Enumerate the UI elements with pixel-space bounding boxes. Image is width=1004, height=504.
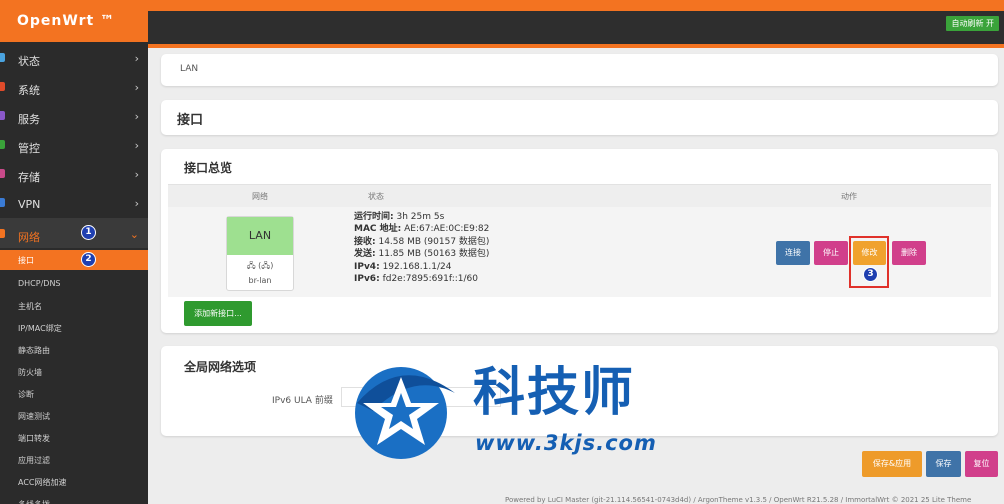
table-row: LAN 🖧 (🖧) br-lan 运行时间: 3h 25m 5s MAC 地址:… (168, 207, 991, 297)
sidebar-item-label: 存储 (18, 171, 40, 184)
ipv4-value: 192.168.1.1/24 (382, 261, 452, 272)
sidebar-subitem-acc[interactable]: ACC网络加速 (0, 471, 148, 493)
vpn-icon (0, 198, 5, 207)
sidebar-item-label: 状态 (18, 55, 40, 68)
sidebar-subitem-appfilter[interactable]: 应用过滤 (0, 449, 148, 471)
connect-button[interactable]: 连接 (776, 241, 810, 265)
top-bar: 自动刷新 开 (148, 0, 1004, 44)
footer: Powered by LuCI Master (git-21.114.56541… (505, 496, 972, 504)
brand-logo: OpenWrt ™ (0, 0, 148, 42)
sidebar-item-label: 管控 (18, 142, 40, 155)
tx-value: 11.85 MB (50163 数据包) (378, 249, 490, 260)
section-title: 全局网络选项 (184, 360, 257, 374)
sidebar-item-label: 系统 (18, 84, 40, 97)
chevron-right-icon: › (134, 52, 139, 65)
sidebar-item-label: 网络 (18, 231, 40, 244)
storage-icon (0, 169, 5, 178)
uptime-value: 3h 25m 5s (396, 212, 445, 222)
sidebar-subitem-dhcp[interactable]: DHCP/DNS (0, 273, 148, 295)
delete-button[interactable]: 删除 (892, 241, 926, 265)
ipv6-value: fd2e:7895:691f::1/60 (382, 274, 478, 285)
accent-strip (148, 44, 1004, 48)
column-header-status: 状态 (368, 192, 384, 201)
reset-button[interactable]: 复位 (965, 451, 998, 477)
save-button[interactable]: 保存 (926, 451, 961, 477)
column-header-network: 网络 (252, 192, 268, 201)
chevron-right-icon: › (134, 110, 139, 123)
sidebar-subitem-speedtest[interactable]: 网速测试 (0, 405, 148, 427)
chevron-right-icon: › (134, 197, 139, 210)
gear-icon (0, 82, 5, 91)
auto-refresh-toggle[interactable]: 自动刷新 开 (946, 16, 999, 31)
watermark: 科技师 www.3kjs.com (343, 363, 673, 463)
sidebar-item-vpn[interactable]: VPN › (0, 187, 148, 216)
star-logo-icon (355, 367, 455, 459)
sidebar-subitem-routes[interactable]: 静态路由 (0, 339, 148, 361)
sidebar-subitem-portforward[interactable]: 端口转发 (0, 427, 148, 449)
breadcrumb: LAN (161, 54, 998, 86)
sidebar-subitem-diagnostics[interactable]: 诊断 (0, 383, 148, 405)
watermark-brand: 科技师 (473, 363, 636, 423)
stop-button[interactable]: 停止 (814, 241, 848, 265)
ula-prefix-label: IPv6 ULA 前缀 (272, 396, 333, 406)
services-icon (0, 111, 5, 120)
save-apply-button[interactable]: 保存&应用 (862, 451, 922, 477)
sidebar-subitem-interfaces[interactable]: 接口 2 (0, 250, 148, 270)
sidebar-subitem-multiwan[interactable]: 多线多拨 (0, 493, 148, 504)
chevron-right-icon: › (134, 168, 139, 181)
section-title: 接口总览 (184, 161, 233, 175)
sidebar-item-system[interactable]: 系统 › (0, 71, 148, 100)
sidebar-subitem-firewall[interactable]: 防火墙 (0, 361, 148, 383)
dashboard-icon (0, 53, 5, 62)
interface-name: LAN (227, 217, 293, 255)
sidebar-item-label: VPN (18, 198, 41, 211)
sidebar-subitem-hostnames[interactable]: 主机名 (0, 295, 148, 317)
ethernet-port-icon: 🖧 (🖧) (246, 261, 274, 270)
chevron-down-icon: ⌄ (129, 228, 139, 241)
sidebar-item-storage[interactable]: 存储 › (0, 158, 148, 187)
page-title: 接口 (161, 100, 998, 135)
step-badge-3: 3 (863, 267, 878, 282)
table-header: 网络 状态 动作 (168, 184, 991, 207)
interface-overview-panel: 接口总览 网络 状态 动作 LAN 🖧 (🖧) br-lan 运行时间: 3h … (161, 149, 998, 333)
mac-value: AE:67:AE:0C:E9:82 (404, 224, 490, 235)
interface-device: br-lan (248, 276, 272, 285)
chevron-right-icon: › (134, 81, 139, 94)
interface-badge: LAN 🖧 (🖧) br-lan (226, 216, 294, 291)
network-icon (0, 229, 5, 238)
interface-status: 运行时间: 3h 25m 5s MAC 地址: AE:67:AE:0C:E9:8… (354, 212, 490, 285)
sidebar-item-status[interactable]: 状态 › (0, 42, 148, 71)
sidebar-item-network[interactable]: 网络 1 ⌄ (0, 218, 148, 248)
sidebar: OpenWrt ™ 状态 › 系统 › 服务 › 管控 › 存储 › VPN ›… (0, 0, 148, 504)
sidebar-item-label: 服务 (18, 113, 40, 126)
watermark-url: www.3kjs.com (475, 431, 657, 455)
sidebar-subitem-ipmac[interactable]: IP/MAC绑定 (0, 317, 148, 339)
rx-value: 14.58 MB (90157 数据包) (378, 236, 490, 247)
step-badge-1: 1 (81, 225, 96, 240)
sidebar-item-control[interactable]: 管控 › (0, 129, 148, 158)
control-icon (0, 140, 5, 149)
step-badge-2: 2 (81, 252, 96, 267)
sidebar-item-services[interactable]: 服务 › (0, 100, 148, 129)
add-interface-button[interactable]: 添加新接口... (184, 301, 252, 326)
chevron-right-icon: › (134, 139, 139, 152)
column-header-actions: 动作 (841, 192, 857, 201)
